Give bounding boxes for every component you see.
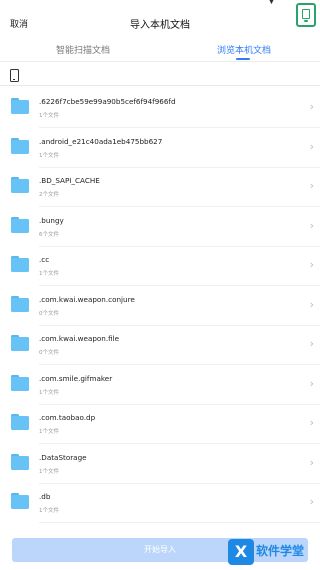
folder-icon (11, 295, 29, 312)
folder-row[interactable]: .DataStorage 1个文件 › (0, 444, 320, 484)
folder-icon (11, 256, 29, 272)
chevron-right-icon: › (309, 297, 314, 311)
folder-row[interactable]: .bungy 6个文件 › (0, 207, 320, 247)
folder-name: .android_e21c40ada1eb475bb627 (39, 136, 163, 146)
folder-icon (11, 335, 29, 351)
folder-name: .bungy (39, 215, 64, 225)
folder-row[interactable]: .com.kwai.weapon.conjure 0个文件 › (0, 286, 320, 326)
chevron-right-icon: › (309, 179, 314, 192)
tab-bar: 智能扫描文档 浏览本机文档 (0, 38, 320, 62)
folder-row[interactable]: .BD_SAPI_CACHE 2个文件 › (0, 167, 320, 207)
chevron-right-icon: › (309, 376, 314, 390)
folder-file-count: 1个文件 (39, 468, 59, 475)
folder-row[interactable]: .6226f7cbe59e99a90b5cef6f94f966fd 1个文件 › (0, 88, 320, 128)
folder-row[interactable]: .cc 1个文件 › (0, 246, 320, 286)
divider (39, 522, 320, 523)
wifi-icon: ▼ (268, 0, 275, 6)
folder-icon (11, 216, 29, 233)
folder-name: .com.kwai.weapon.file (39, 334, 120, 343)
folder-icon (11, 374, 29, 391)
chevron-right-icon: › (309, 495, 314, 508)
folder-name: .6226f7cbe59e99a90b5cef6f94f966fd (39, 97, 176, 106)
folder-file-count: 1个文件 (39, 271, 59, 277)
header: 取消 导入本机文档 (0, 10, 320, 40)
chevron-right-icon: › (309, 455, 314, 469)
chevron-right-icon: › (309, 337, 314, 350)
folder-icon (11, 98, 29, 114)
active-tab-indicator (236, 58, 250, 60)
phone-icon[interactable] (10, 69, 19, 82)
folder-name: .com.taobao.dp (39, 413, 96, 422)
watermark: X 软件学堂 (228, 535, 320, 570)
watermark-logo-icon: X (228, 539, 254, 565)
folder-file-count: 2个文件 (39, 192, 59, 198)
folder-icon (11, 414, 29, 430)
page-title: 导入本机文档 (130, 20, 190, 31)
folder-file-count: 0个文件 (39, 310, 59, 317)
folder-name: .BD_SAPI_CACHE (39, 176, 100, 185)
folder-name: .db (39, 492, 51, 501)
folder-file-count: 1个文件 (39, 152, 59, 159)
folder-icon (11, 137, 29, 154)
chevron-right-icon: › (309, 218, 314, 232)
folder-name: .cc (39, 255, 50, 264)
folder-row[interactable]: .com.taobao.dp 1个文件 › (0, 404, 320, 444)
folder-file-count: 1个文件 (39, 429, 59, 435)
folder-file-count: 0个文件 (39, 350, 59, 356)
watermark-text: 软件学堂 (256, 544, 305, 558)
chevron-right-icon: › (309, 258, 314, 271)
folder-row[interactable]: .android_e21c40ada1eb475bb627 1个文件 › (0, 128, 320, 168)
folder-row[interactable]: .db 1个文件 › (0, 483, 320, 523)
folder-icon (11, 453, 29, 470)
folder-icon (11, 177, 29, 193)
folder-name: .com.kwai.weapon.conjure (39, 294, 135, 304)
breadcrumb (0, 66, 320, 86)
chevron-right-icon: › (309, 139, 314, 153)
folder-row[interactable]: .com.smile.gifmaker 1个文件 › (0, 365, 320, 405)
chevron-right-icon: › (309, 416, 314, 429)
folder-icon (11, 493, 29, 509)
folder-name: .com.smile.gifmaker (39, 373, 113, 383)
folder-file-count: 1个文件 (39, 113, 59, 119)
folder-file-count: 1个文件 (39, 508, 59, 514)
status-bar: ▼ (0, 0, 320, 8)
folder-row[interactable]: .com.kwai.weapon.file 0个文件 › (0, 325, 320, 365)
folder-file-count: 1个文件 (39, 389, 59, 396)
chevron-right-icon: › (309, 100, 314, 113)
tab-browse-local[interactable]: 浏览本机文档 (217, 43, 271, 56)
folder-file-count: 6个文件 (39, 231, 59, 238)
folder-name: .DataStorage (39, 452, 87, 462)
tab-smart-scan[interactable]: 智能扫描文档 (56, 43, 110, 56)
